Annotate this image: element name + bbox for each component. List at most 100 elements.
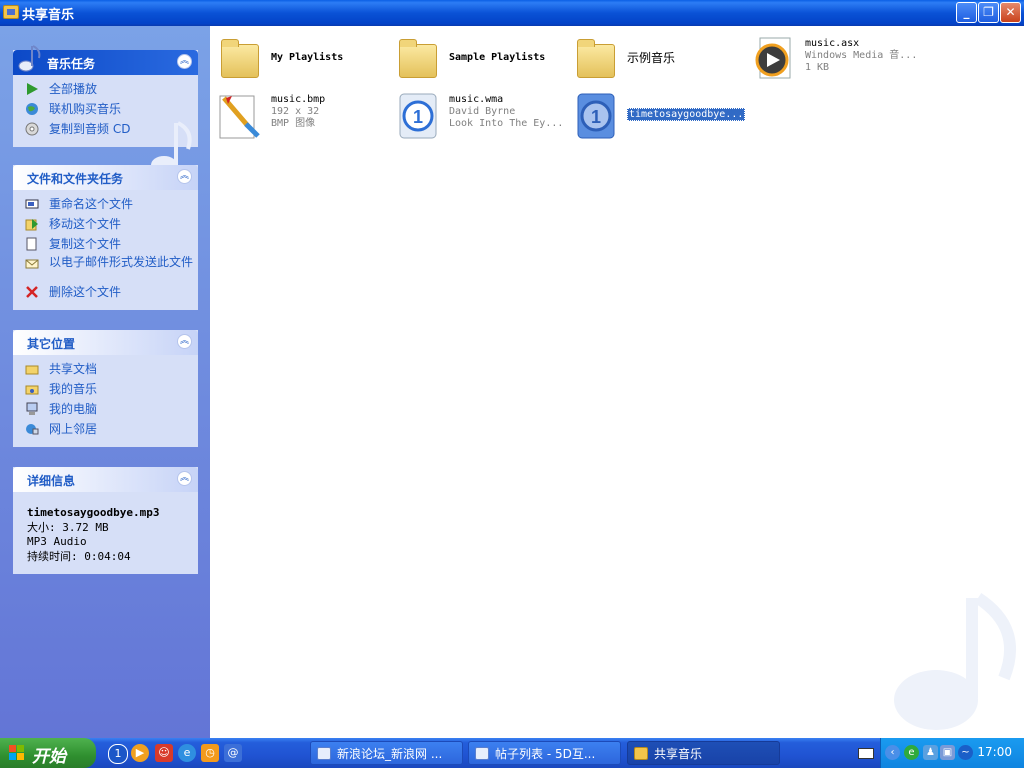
- other-places-title: 其它位置: [27, 337, 76, 351]
- details-body: timetosaygoodbye.mp3 大小: 3.72 MB MP3 Aud…: [13, 492, 198, 574]
- file-item-sample-music[interactable]: 示例音乐: [570, 32, 748, 84]
- minimize-button[interactable]: _: [956, 2, 977, 23]
- file-info: music.asx Windows Media 音... 1 KB: [805, 38, 917, 74]
- sidebar-item-copy[interactable]: 复制这个文件: [13, 236, 198, 256]
- music-tasks-title: 音乐任务: [47, 57, 96, 71]
- sidebar-item-my-computer[interactable]: 我的电脑: [13, 401, 198, 421]
- media-player-quicklaunch-icon[interactable]: 1: [108, 744, 128, 764]
- close-button[interactable]: ✕: [1000, 2, 1021, 23]
- cd-icon: [25, 122, 39, 136]
- file-item-my-playlists[interactable]: My Playlists: [214, 32, 392, 84]
- delete-icon: [25, 285, 39, 299]
- details-header[interactable]: 详细信息 ︽: [13, 467, 198, 492]
- sidebar-item-label: 以电子邮件形式发送此文件: [49, 255, 194, 269]
- keyboard-icon[interactable]: [858, 748, 874, 759]
- antivirus-tray-icon[interactable]: e: [904, 745, 919, 760]
- network-tray-icon[interactable]: ▣: [940, 745, 955, 760]
- audio-tray-icon[interactable]: ~: [958, 745, 973, 760]
- file-item-music-wma[interactable]: 1 music.wma David Byrne Look Into The Ey…: [392, 88, 570, 140]
- file-size: 1 KB: [805, 62, 830, 73]
- start-button[interactable]: 开始: [0, 738, 96, 768]
- restore-button[interactable]: ❐: [978, 2, 999, 23]
- taskbar-item-label: 新浪论坛_新浪网 ...: [337, 747, 443, 761]
- users-tray-icon[interactable]: ♟: [923, 745, 938, 760]
- clock-quicklaunch-icon[interactable]: ◷: [201, 744, 219, 762]
- file-name: music.bmp: [271, 94, 326, 105]
- start-label: 开始: [32, 747, 66, 767]
- taskbar-item-label: 共享音乐: [654, 747, 703, 761]
- file-item-music-asx[interactable]: music.asx Windows Media 音... 1 KB: [748, 32, 926, 84]
- folder-music-icon: [3, 5, 19, 19]
- file-item-music-bmp[interactable]: music.bmp 192 x 32 BMP 图像: [214, 88, 392, 140]
- clock: 17:00: [977, 745, 1012, 759]
- svg-text:1: 1: [413, 107, 423, 127]
- task-pane: 音乐任务 ︽ 全部播放 联机购买音乐 复制到音频 CD 文件和文件夹任务 ︽ 重…: [0, 26, 210, 738]
- tray-expand-icon[interactable]: ‹: [885, 745, 900, 760]
- sidebar-item-email[interactable]: 以电子邮件形式发送此文件: [13, 256, 198, 284]
- file-tasks-header[interactable]: 文件和文件夹任务 ︽: [13, 165, 198, 190]
- sidebar-item-label: 复制这个文件: [49, 237, 122, 251]
- file-info: timetosaygoodbye...: [627, 108, 746, 121]
- music-tasks-panel: 音乐任务 ︽ 全部播放 联机购买音乐 复制到音频 CD: [13, 45, 198, 174]
- music-note-icon: [18, 45, 41, 72]
- window-title: 共享音乐: [22, 8, 75, 23]
- globe-icon: [25, 102, 39, 116]
- system-tray: ‹ e ♟ ▣ ~ 17:00: [880, 738, 1024, 768]
- file-type: Windows Media 音...: [805, 50, 918, 61]
- file-name-selected[interactable]: timetosaygoodbye...: [627, 108, 746, 121]
- sidebar-item-my-music[interactable]: 我的音乐: [13, 381, 198, 401]
- collapse-icon[interactable]: ︽: [177, 169, 192, 184]
- file-tasks-body: 重命名这个文件 移动这个文件 复制这个文件 以电子邮件形式发送此文件 删除这个文…: [13, 190, 198, 310]
- qq-quicklaunch-icon[interactable]: ☺: [155, 744, 173, 762]
- sidebar-item-label: 共享文档: [49, 362, 98, 376]
- folder-icon: [396, 36, 440, 80]
- sidebar-item-copy-to-cd[interactable]: 复制到音频 CD: [13, 121, 198, 141]
- network-icon: [25, 422, 39, 436]
- folder-icon: [218, 36, 262, 80]
- file-item-timetosaygoodbye[interactable]: 1 timetosaygoodbye...: [570, 88, 748, 140]
- sidebar-item-move[interactable]: 移动这个文件: [13, 216, 198, 236]
- sidebar-item-shared-documents[interactable]: 共享文档: [13, 361, 198, 381]
- file-item-sample-playlists[interactable]: Sample Playlists: [392, 32, 570, 84]
- other-places-body: 共享文档 我的音乐 我的电脑 网上邻居: [13, 355, 198, 447]
- sidebar-item-label: 我的电脑: [49, 402, 98, 416]
- sidebar-item-label: 移动这个文件: [49, 217, 122, 231]
- file-name: music.asx: [805, 38, 860, 49]
- file-tasks-title: 文件和文件夹任务: [27, 172, 124, 186]
- svg-text:1: 1: [591, 107, 601, 127]
- realplayer-quicklaunch-icon[interactable]: ▶: [131, 744, 149, 762]
- taskbar-item-sina-forum[interactable]: 新浪论坛_新浪网 ...: [310, 741, 463, 765]
- title-bar: 共享音乐 _ ❐ ✕: [0, 0, 1024, 26]
- details-panel: 详细信息 ︽ timetosaygoodbye.mp3 大小: 3.72 MB …: [13, 467, 198, 574]
- taskbar-item-shared-music[interactable]: 共享音乐: [627, 741, 780, 765]
- internet-explorer-quicklaunch-icon[interactable]: e: [178, 744, 196, 762]
- sidebar-item-label: 重命名这个文件: [49, 197, 134, 211]
- other-places-header[interactable]: 其它位置 ︽: [13, 330, 198, 355]
- file-name: 示例音乐: [627, 51, 676, 65]
- file-album: Look Into The Ey...: [449, 118, 564, 129]
- copy-icon: [25, 237, 39, 251]
- details-title: 详细信息: [27, 474, 76, 488]
- browser-quicklaunch-icon[interactable]: @: [224, 744, 242, 762]
- collapse-icon[interactable]: ︽: [177, 54, 192, 69]
- music-tasks-header[interactable]: 音乐任务 ︽: [13, 45, 198, 75]
- sidebar-item-delete[interactable]: 删除这个文件: [13, 284, 198, 304]
- sidebar-item-network[interactable]: 网上邻居: [13, 421, 198, 441]
- taskbar-item-post-list[interactable]: 帖子列表 - 5D互...: [468, 741, 621, 765]
- taskbar: 开始 1 ▶ ☺ e ◷ @ 新浪论坛_新浪网 ... 帖子列表 - 5D互..…: [0, 738, 1024, 768]
- sidebar-item-label: 全部播放: [49, 82, 98, 96]
- sidebar-item-play-all[interactable]: 全部播放: [13, 81, 198, 101]
- ie-window-icon: [317, 747, 331, 760]
- collapse-icon[interactable]: ︽: [177, 334, 192, 349]
- sidebar-item-label: 联机购买音乐: [49, 102, 122, 116]
- sidebar-item-rename[interactable]: 重命名这个文件: [13, 196, 198, 216]
- paint-brush-icon: [218, 92, 262, 139]
- file-view[interactable]: My Playlists Sample Playlists 示例音乐 music…: [210, 26, 1024, 738]
- move-icon: [25, 217, 39, 231]
- email-icon: [25, 257, 39, 271]
- music-tasks-body: 全部播放 联机购买音乐 复制到音频 CD: [13, 75, 198, 174]
- folder-icon: [25, 362, 39, 376]
- collapse-icon[interactable]: ︽: [177, 471, 192, 486]
- sidebar-item-buy-music[interactable]: 联机购买音乐: [13, 101, 198, 121]
- play-icon: [25, 82, 39, 96]
